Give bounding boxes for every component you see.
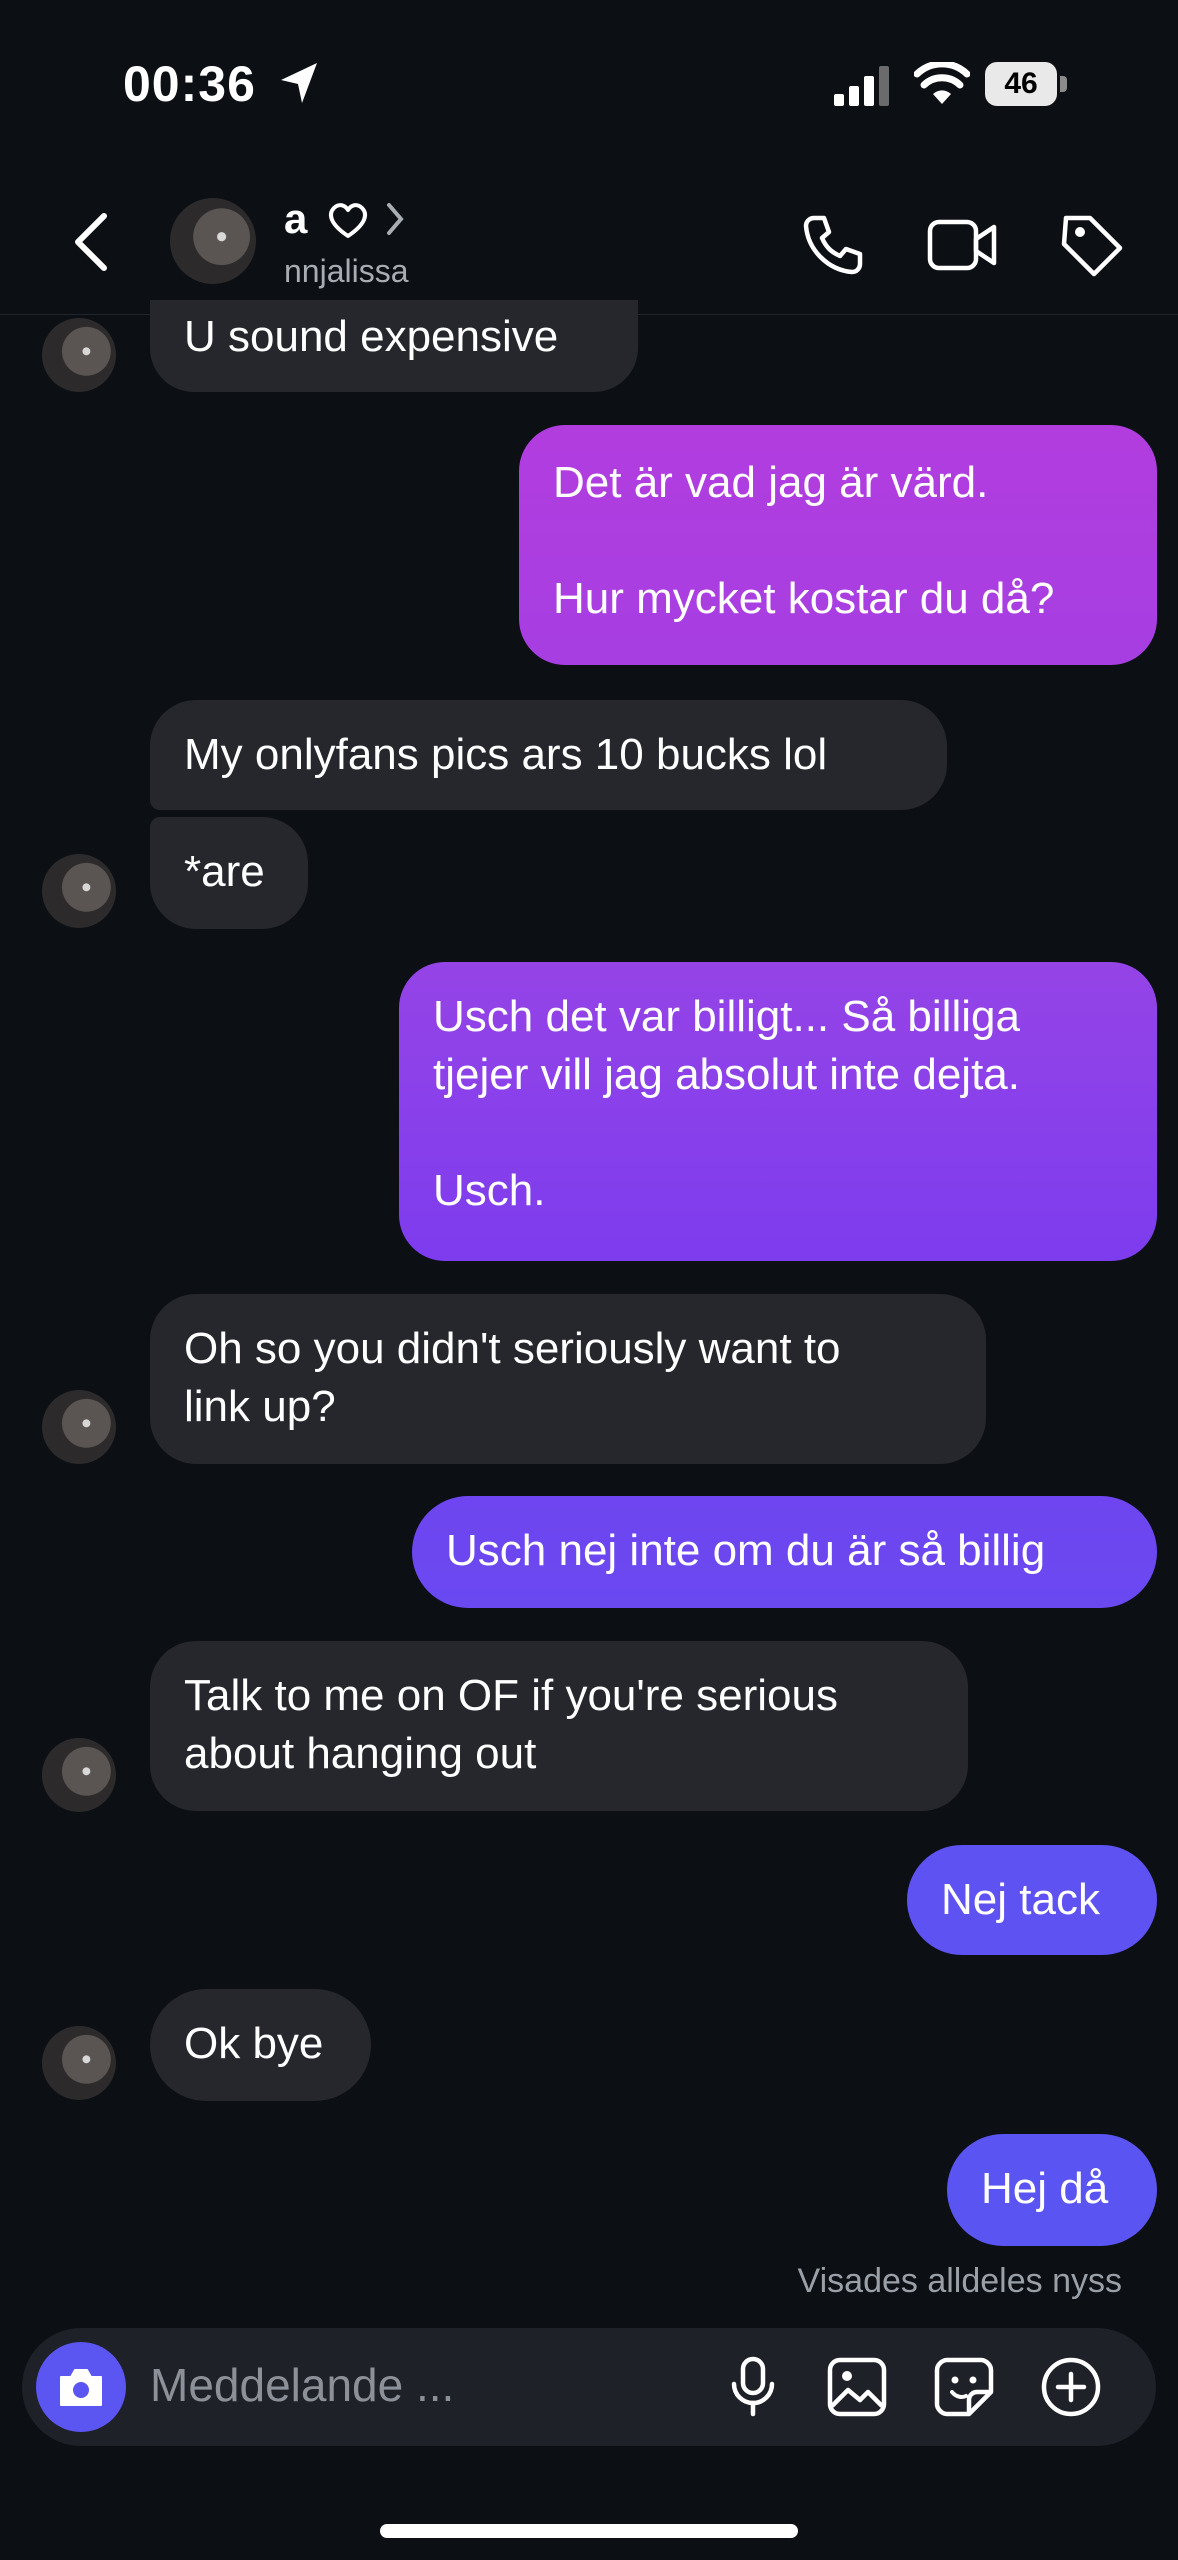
status-bar: 00:36 46 [0,0,1178,170]
wifi-icon [914,62,970,104]
message-text: Usch det var billigt... Så billiga tjeje… [433,992,1020,1215]
message-text: Oh so you didn't seriously want to link … [184,1324,841,1431]
message-bubble-outgoing[interactable]: Det är vad jag är värd. Hur mycket kosta… [519,425,1157,665]
message-bubble-outgoing[interactable]: Hej då [947,2134,1157,2246]
message-bubble-outgoing[interactable]: Usch det var billigt... Så billiga tjeje… [399,962,1157,1261]
sender-avatar[interactable] [42,2026,116,2100]
home-indicator [380,2524,798,2538]
heart-icon [329,203,367,238]
message-bubble-incoming[interactable]: *are [150,817,308,929]
message-bubble-outgoing[interactable]: Nej tack [907,1845,1157,1955]
message-text: My onlyfans pics ars 10 bucks lol [184,730,828,779]
message-text: Hej då [981,2164,1109,2213]
message-text: Ok bye [184,2019,324,2068]
message-bubble-incoming[interactable]: Oh so you didn't seriously want to link … [150,1294,986,1464]
cellular-signal-icon [834,66,889,106]
message-text: Nej tack [941,1875,1100,1924]
tag-icon[interactable] [1058,212,1124,278]
add-circle-icon[interactable] [1040,2356,1102,2418]
chat-header: a nnjalissa [0,170,1178,315]
microphone-icon[interactable] [728,2356,778,2418]
sender-avatar[interactable] [42,318,116,392]
message-bubble-incoming[interactable]: Ok bye [150,1989,371,2101]
battery-level: 46 [1004,67,1038,100]
location-arrow-icon [281,63,317,103]
sender-avatar[interactable] [42,1390,116,1464]
back-chevron-icon[interactable] [72,212,112,272]
video-call-icon[interactable] [926,212,998,278]
phone-call-icon[interactable] [800,212,866,278]
contact-avatar[interactable] [170,198,256,284]
seen-status: Visades alldeles nyss [797,2262,1122,2300]
battery-icon: 46 [985,62,1069,106]
message-text: U sound expensive [184,312,559,361]
message-text: Det är vad jag är värd. Hur mycket kosta… [553,458,1055,623]
camera-icon [60,2369,102,2406]
message-bubble-outgoing[interactable]: Usch nej inte om du är så billig [412,1496,1157,1608]
sender-avatar[interactable] [42,1738,116,1812]
message-composer: Meddelande ... [22,2328,1156,2446]
camera-button[interactable] [36,2342,126,2432]
contact-username[interactable]: nnjalissa [284,253,409,290]
gallery-image-icon[interactable] [826,2356,888,2418]
message-text: Talk to me on OF if you're serious about… [184,1671,838,1778]
message-bubble-incoming[interactable]: U sound expensive [150,300,638,392]
sticker-icon[interactable] [933,2356,995,2418]
message-input[interactable]: Meddelande ... [150,2358,454,2412]
contact-name[interactable]: a [284,195,307,243]
message-bubble-incoming[interactable]: My onlyfans pics ars 10 bucks lol [150,700,947,810]
message-text: Usch nej inte om du är så billig [446,1526,1046,1575]
sender-avatar[interactable] [42,854,116,928]
chevron-right-icon[interactable] [385,202,405,236]
message-bubble-incoming[interactable]: Talk to me on OF if you're serious about… [150,1641,968,1811]
status-time: 00:36 [123,56,256,112]
message-text: *are [184,847,265,896]
